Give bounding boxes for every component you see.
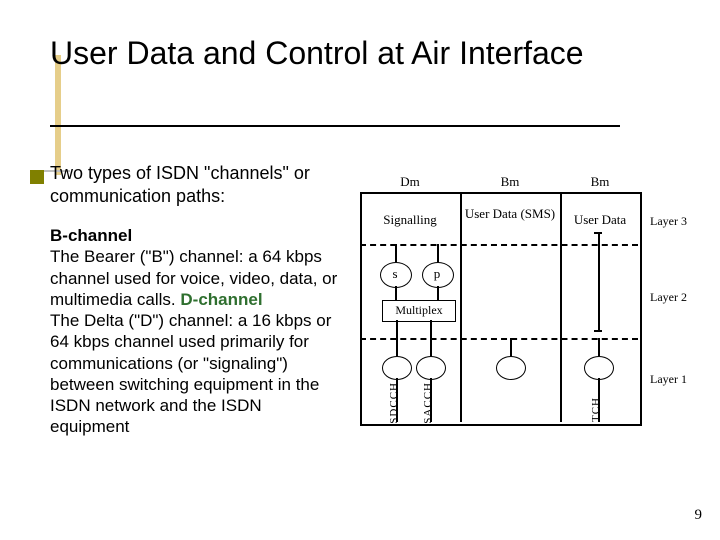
d-channel-heading: D-channel [180, 290, 262, 309]
row-divider-2 [360, 338, 638, 340]
ellipse-sdcch [382, 356, 412, 380]
b-channel-heading: B-channel [50, 226, 132, 245]
conn-mid [510, 338, 512, 356]
layer1-label: Layer 1 [650, 372, 687, 387]
d-channel-text: The Delta ("D") channel: a 16 kbps or 64… [50, 311, 331, 436]
page-title: User Data and Control at Air Interface [50, 35, 584, 71]
conn-p-down [437, 286, 439, 300]
conn-p-up [437, 244, 439, 262]
bm-top-tick [594, 232, 602, 234]
divider-1 [460, 192, 462, 422]
layer2-label: Layer 2 [650, 290, 687, 305]
cell-userdata: User Data [560, 212, 640, 228]
ellipse-p-label: p [422, 266, 452, 282]
ellipse-sacch [416, 356, 446, 380]
conn-mux-1 [396, 320, 398, 356]
label-sdcch: SDCCH [388, 382, 400, 424]
title-underline [50, 125, 620, 127]
page-number: 9 [695, 507, 703, 524]
accent-vertical [55, 55, 61, 175]
bm-vertical-bar [598, 232, 600, 332]
slide: User Data and Control at Air Interface T… [0, 0, 720, 540]
label-sacch: SACCH [422, 382, 434, 424]
ellipse-mid [496, 356, 526, 380]
conn-mux-2 [430, 320, 432, 356]
row-divider-1 [360, 244, 638, 246]
title-box: User Data and Control at Air Interface [50, 35, 630, 72]
ellipse-tch [584, 356, 614, 380]
intro-text: Two types of ISDN "channels" or communic… [50, 162, 350, 207]
ellipse-s-label: s [380, 266, 410, 282]
body-text: B-channel The Bearer ("B") channel: a 64… [50, 225, 340, 438]
col-bm-header: Bm [560, 174, 640, 190]
multiplex-box: Multiplex [382, 300, 456, 322]
bullet-icon [30, 170, 44, 184]
conn-tch [598, 338, 600, 356]
diagram: Dm Bm Bm Signalling User Data (SMS) User… [360, 172, 710, 452]
layer3-label: Layer 3 [650, 214, 687, 229]
label-tch: TCH [590, 397, 602, 422]
bm-bottom-tick [594, 330, 602, 332]
col-bm-user-header: Bm [460, 174, 560, 190]
col-dm-header: Dm [360, 174, 460, 190]
conn-s-up [395, 244, 397, 262]
cell-signalling: Signalling [360, 212, 460, 228]
cell-userdata-sms: User Data (SMS) [460, 206, 560, 222]
conn-s-down [395, 286, 397, 300]
